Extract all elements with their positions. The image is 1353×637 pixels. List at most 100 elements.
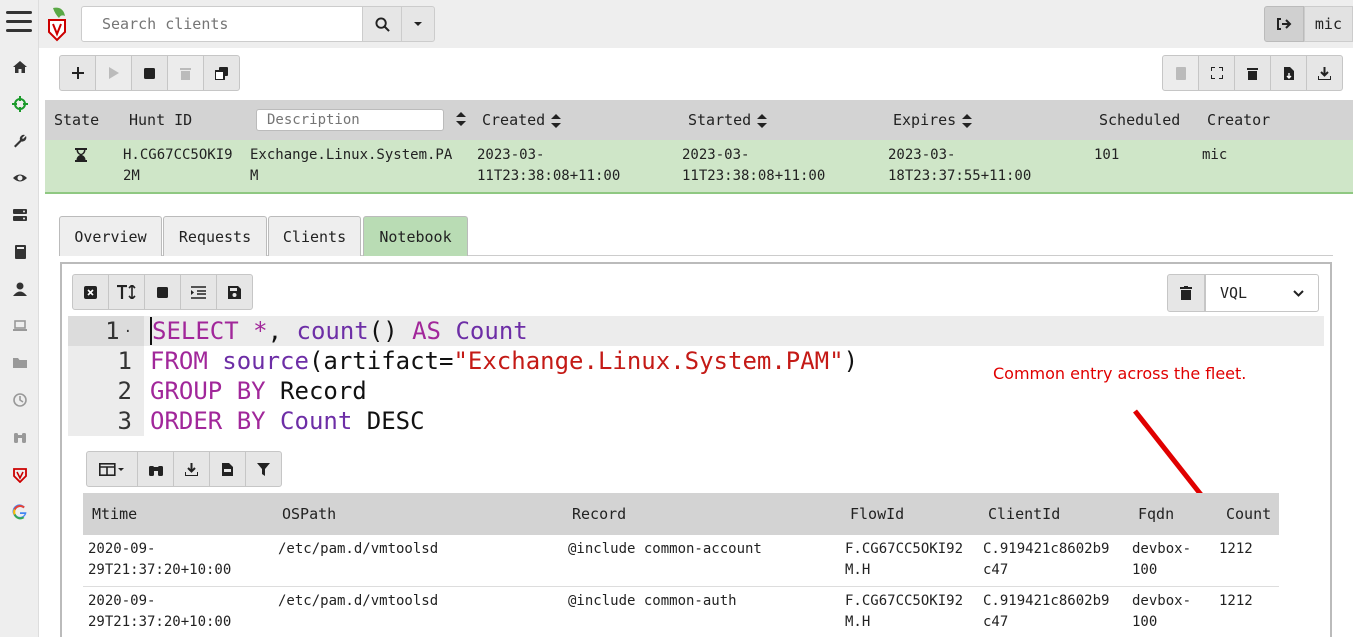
column-selector-button[interactable]	[86, 451, 138, 487]
history-icon[interactable]	[0, 385, 39, 415]
save-icon	[228, 285, 241, 299]
folder-icon[interactable]	[0, 348, 39, 378]
tab-clients[interactable]: Clients	[268, 216, 361, 256]
hunt-id-cell[interactable]: H.CG67CC5OKI9 2M	[123, 145, 233, 187]
created-cell: 2023-03- 11T23:38:08+11:00	[477, 145, 620, 187]
table-row[interactable]: 2020-09- 29T21:37:20+10:00 /etc/pam.d/vmt…	[83, 535, 1279, 587]
clientid-cell: C.919421c8602b9 c47	[983, 541, 1110, 578]
velociraptor-icon[interactable]	[0, 460, 39, 490]
column-created[interactable]: Created	[482, 111, 562, 129]
filter-icon	[257, 462, 270, 476]
hunt-right-actions-group	[1162, 55, 1343, 91]
expand-icon	[1210, 67, 1223, 79]
caret-down-icon	[414, 22, 422, 26]
delete-hunt-button[interactable]	[167, 55, 204, 91]
delete-button[interactable]	[1234, 55, 1271, 91]
sort-icon[interactable]	[456, 112, 466, 126]
hunt-row-selected[interactable]: H.CG67CC5OKI9 2M Exchange.Linux.System.P…	[45, 140, 1353, 194]
velociraptor-logo[interactable]	[45, 6, 69, 42]
sign-out-icon	[1276, 18, 1292, 30]
search-button[interactable]	[362, 6, 402, 42]
column-started[interactable]: Started	[688, 111, 768, 129]
notebook-report-button[interactable]	[1162, 55, 1199, 91]
started-line-2: 11T23:38:08+11:00	[682, 168, 826, 184]
logout-button[interactable]	[1263, 6, 1304, 42]
filter-button[interactable]	[245, 451, 282, 487]
hamburger-menu-icon[interactable]	[6, 11, 32, 37]
mtime-cell: 2020-09- 29T21:37:20+10:00	[88, 593, 232, 630]
save-cell-button[interactable]	[216, 274, 253, 310]
results-table-header: Mtime OSPath Record FlowId ClientId Fqdn…	[83, 493, 1279, 535]
column-count[interactable]: Count	[1226, 505, 1271, 523]
eye-icon[interactable]	[0, 163, 39, 193]
line-number: 2	[117, 377, 132, 405]
column-expires[interactable]: Expires	[893, 111, 973, 129]
indent-button[interactable]	[180, 274, 217, 310]
sort-icon	[551, 113, 562, 128]
book-icon[interactable]	[0, 237, 39, 267]
search-input[interactable]	[81, 6, 363, 42]
text-height-button[interactable]	[108, 274, 145, 310]
column-state[interactable]: State	[54, 111, 99, 129]
expires-line-2: 18T23:37:55+11:00	[888, 168, 1032, 184]
record-cell: @include common-account	[568, 541, 762, 557]
stop-cell-button[interactable]	[144, 274, 181, 310]
tab-notebook[interactable]: Notebook	[363, 216, 468, 256]
text-height-icon	[116, 285, 136, 299]
description-cell: Exchange.Linux.System.PA M	[250, 145, 452, 187]
username-label[interactable]: mic	[1303, 6, 1353, 42]
tab-overview[interactable]: Overview	[59, 216, 162, 256]
created-line-2: 11T23:38:08+11:00	[477, 168, 621, 184]
wrench-icon[interactable]	[0, 126, 39, 156]
sidebar	[0, 0, 39, 637]
stop-hunt-button[interactable]	[131, 55, 168, 91]
home-icon[interactable]	[0, 52, 39, 82]
server-icon[interactable]	[0, 200, 39, 230]
ospath-cell: /etc/pam.d/vmtoolsd	[278, 541, 439, 557]
fullscreen-button[interactable]	[1198, 55, 1235, 91]
hunt-tabs: Overview Requests Clients Notebook	[59, 216, 1333, 256]
started-line-1: 2023-03-	[682, 147, 750, 163]
description-filter-input[interactable]	[256, 109, 444, 131]
export-csv-button[interactable]	[209, 451, 246, 487]
laptop-icon[interactable]	[0, 311, 39, 341]
user-icon[interactable]	[0, 274, 39, 304]
column-ospath[interactable]: OSPath	[282, 505, 336, 523]
expires-cell: 2023-03- 18T23:37:55+11:00	[888, 145, 1031, 187]
chevron-down-icon	[1293, 289, 1304, 297]
scheduled-cell: 101	[1094, 147, 1120, 163]
new-hunt-button[interactable]	[59, 55, 96, 91]
google-icon[interactable]	[0, 497, 39, 527]
column-fqdn[interactable]: Fqdn	[1138, 505, 1174, 523]
creator-cell: mic	[1202, 147, 1228, 163]
column-creator[interactable]: Creator	[1207, 111, 1270, 129]
hunt-id-line-2: 2M	[123, 168, 140, 184]
column-scheduled[interactable]: Scheduled	[1099, 111, 1180, 129]
column-flowid[interactable]: FlowId	[850, 505, 904, 523]
tab-requests[interactable]: Requests	[163, 216, 267, 256]
close-cell-button[interactable]	[72, 274, 109, 310]
cell-toolbar	[72, 274, 253, 310]
ospath-cell: /etc/pam.d/vmtoolsd	[278, 593, 439, 609]
download-button[interactable]	[1306, 55, 1343, 91]
language-select[interactable]: VQL	[1205, 274, 1319, 312]
stop-icon	[144, 67, 155, 79]
binoculars-icon[interactable]	[0, 422, 39, 452]
run-hunt-button[interactable]	[95, 55, 132, 91]
delete-cell-button[interactable]	[1167, 274, 1205, 312]
column-mtime[interactable]: Mtime	[92, 505, 137, 523]
copy-icon	[215, 66, 228, 80]
column-created-label: Created	[482, 111, 546, 129]
hunt-id-line-1: H.CG67CC5OKI9	[123, 147, 233, 163]
download-results-button[interactable]	[173, 451, 210, 487]
search-dropdown-button[interactable]	[401, 6, 435, 42]
table-row[interactable]: 2020-09- 29T21:37:20+10:00 /etc/pam.d/vmt…	[83, 587, 1279, 637]
column-clientid[interactable]: ClientId	[988, 505, 1060, 523]
export-file-button[interactable]	[1270, 55, 1307, 91]
copy-hunt-button[interactable]	[203, 55, 240, 91]
clientid-cell: C.919421c8602b9 c47	[983, 593, 1110, 630]
search-results-button[interactable]	[137, 451, 174, 487]
column-record[interactable]: Record	[572, 505, 626, 523]
crosshairs-icon[interactable]	[0, 89, 39, 119]
column-hunt-id[interactable]: Hunt ID	[129, 111, 192, 129]
